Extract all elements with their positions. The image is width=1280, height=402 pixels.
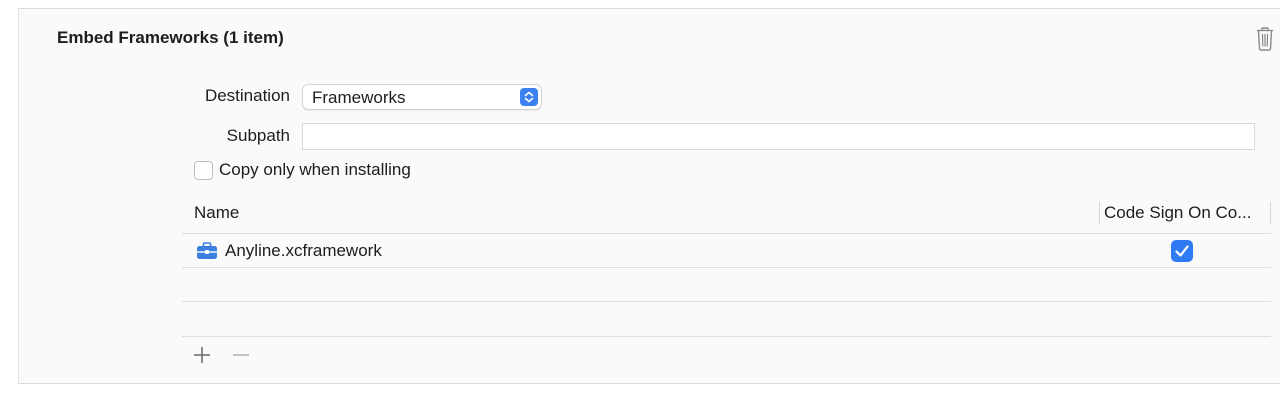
trash-icon[interactable]: [1255, 27, 1275, 51]
column-header-name[interactable]: Name: [194, 203, 239, 223]
next-phase-area: [0, 384, 1280, 402]
build-phases-view: Embed Frameworks (1 item) Destination Fr…: [0, 0, 1280, 402]
framework-name: Anyline.xcframework: [225, 241, 382, 260]
phase-title[interactable]: Embed Frameworks (1 item): [57, 28, 284, 48]
destination-label: Destination: [204, 86, 290, 105]
copy-only-label[interactable]: Copy only when installing: [219, 160, 411, 180]
destination-popup[interactable]: Frameworks: [302, 84, 542, 110]
column-divider[interactable]: [1270, 202, 1271, 224]
chevron-up-down-icon: [520, 88, 538, 106]
frameworks-table: Name Code Sign On Co... Anyline.xcframew…: [182, 198, 1271, 338]
plus-icon[interactable]: [192, 345, 212, 365]
framework-toolbox-icon: [196, 242, 218, 260]
row-divider: [182, 267, 1271, 268]
subpath-label: Subpath: [226, 126, 290, 145]
destination-value: Frameworks: [312, 88, 406, 107]
row-divider: [182, 336, 1271, 337]
row-divider: [182, 301, 1271, 302]
minus-icon[interactable]: [231, 345, 251, 365]
header-divider: [182, 233, 1271, 234]
code-sign-checkbox[interactable]: [1171, 240, 1193, 262]
subpath-input[interactable]: [302, 123, 1255, 150]
column-header-code-sign[interactable]: Code Sign On Co...: [1104, 203, 1271, 223]
column-divider[interactable]: [1099, 202, 1100, 224]
copy-only-checkbox[interactable]: [194, 161, 213, 180]
